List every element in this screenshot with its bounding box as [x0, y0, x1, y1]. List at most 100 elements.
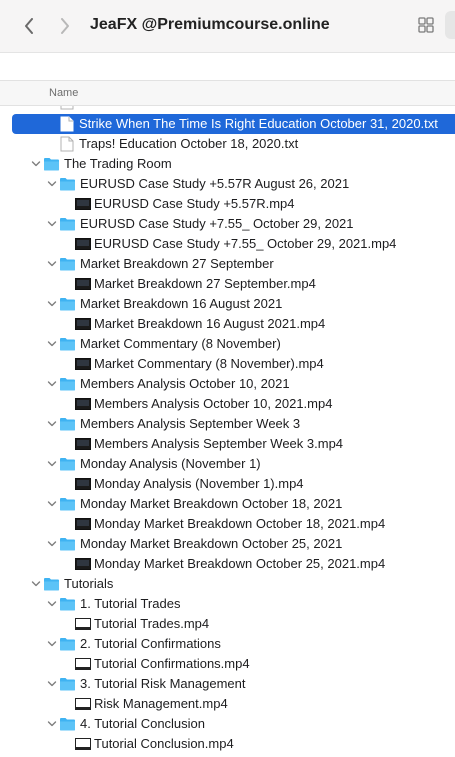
forward-button[interactable]	[56, 14, 74, 38]
disclosure-chevron-icon[interactable]	[47, 179, 57, 189]
item-name: Monday Market Breakdown October 25, 2021	[80, 536, 343, 551]
folder-icon	[59, 677, 76, 691]
file-row-tutorial-conclusion-mp4[interactable]: Tutorial Conclusion.mp4	[0, 734, 455, 754]
folder-icon	[59, 457, 76, 471]
video-file-icon	[75, 438, 91, 450]
item-name: Market Breakdown 16 August 2021.mp4	[94, 316, 326, 331]
disclosure-chevron-icon[interactable]	[47, 459, 57, 469]
folder-row-4-tutorial-conclusion[interactable]: 4. Tutorial Conclusion	[0, 714, 455, 734]
disclosure-chevron-icon[interactable]	[47, 679, 57, 689]
item-name: Tutorial Confirmations.mp4	[94, 656, 250, 671]
item-name: 2. Tutorial Confirmations	[80, 636, 221, 651]
folder-row-market-commentary-8-november[interactable]: Market Commentary (8 November)	[0, 334, 455, 354]
text-file-icon	[60, 116, 74, 132]
file-row-monday-market-breakdown-october-25-2021-[interactable]: Monday Market Breakdown October 25, 2021…	[0, 554, 455, 574]
item-name: Market Breakdown 27 September	[80, 256, 274, 271]
item-name: Monday Analysis (November 1)	[80, 456, 261, 471]
file-row-risk-management-mp4[interactable]: Risk Management.mp4	[0, 694, 455, 714]
file-row-members-analysis-september-week-3-mp4[interactable]: Members Analysis September Week 3.mp4	[0, 434, 455, 454]
folder-icon	[59, 417, 76, 431]
item-name: Tutorial Trades.mp4	[94, 616, 210, 631]
disclosure-chevron-icon[interactable]	[47, 219, 57, 229]
toolbar-spacer	[0, 53, 455, 80]
video-file-icon	[75, 358, 91, 370]
folder-icon	[59, 717, 76, 731]
folder-row-monday-market-breakdown-october-25-2021[interactable]: Monday Market Breakdown October 25, 2021	[0, 534, 455, 554]
file-row-strike-when-the-time-is-right-education-[interactable]: Strike When The Time Is Right Education …	[0, 114, 455, 134]
video-file-icon	[75, 398, 91, 410]
chevron-left-icon	[25, 18, 33, 34]
item-name: Members Analysis October 10, 2021.mp4	[94, 396, 333, 411]
folder-row-eurusd-case-study-5-57r-august-26-2021[interactable]: EURUSD Case Study +5.57R August 26, 2021	[0, 174, 455, 194]
file-row-tutorial-confirmations-mp4[interactable]: Tutorial Confirmations.mp4	[0, 654, 455, 674]
folder-row-members-analysis-october-10-2021[interactable]: Members Analysis October 10, 2021	[0, 374, 455, 394]
item-name: Monday Analysis (November 1).mp4	[94, 476, 304, 491]
chevron-right-icon	[61, 18, 69, 34]
video-file-icon	[75, 738, 91, 750]
folder-icon	[59, 177, 76, 191]
folder-row-the-trading-room[interactable]: The Trading Room	[0, 154, 455, 174]
disclosure-chevron-icon[interactable]	[47, 299, 57, 309]
text-file-icon	[60, 106, 74, 110]
video-file-icon	[75, 238, 91, 250]
disclosure-chevron-icon[interactable]	[47, 259, 57, 269]
item-name: Monday Market Breakdown October 18, 2021	[80, 496, 343, 511]
video-file-icon	[75, 318, 91, 330]
back-button[interactable]	[20, 14, 38, 38]
folder-row-market-breakdown-16-august-2021[interactable]: Market Breakdown 16 August 2021	[0, 294, 455, 314]
file-row-traps-education-october-18-2020-txt[interactable]: Traps! Education October 18, 2020.txt	[0, 134, 455, 154]
file-list[interactable]: Strike When The Time Is Right Education …	[0, 106, 455, 757]
video-file-icon	[75, 698, 91, 710]
folder-row-3-tutorial-risk-management[interactable]: 3. Tutorial Risk Management	[0, 674, 455, 694]
item-name: EURUSD Case Study +5.57R August 26, 2021	[80, 176, 350, 191]
file-row-tutorial-trades-mp4[interactable]: Tutorial Trades.mp4	[0, 614, 455, 634]
folder-icon	[59, 597, 76, 611]
disclosure-chevron-icon[interactable]	[47, 379, 57, 389]
view-group-button[interactable]	[445, 11, 455, 39]
folder-icon	[59, 337, 76, 351]
file-row-members-analysis-october-10-2021-mp4[interactable]: Members Analysis October 10, 2021.mp4	[0, 394, 455, 414]
item-name: Members Analysis October 10, 2021	[80, 376, 290, 391]
video-file-icon	[75, 478, 91, 490]
folder-row-1-tutorial-trades[interactable]: 1. Tutorial Trades	[0, 594, 455, 614]
view-options-button[interactable]	[418, 17, 434, 33]
item-name: 3. Tutorial Risk Management	[80, 676, 246, 691]
file-row-eurusd-case-study-7-55-october-29-2021-m[interactable]: EURUSD Case Study +7.55_ October 29, 202…	[0, 234, 455, 254]
disclosure-chevron-icon[interactable]	[47, 499, 57, 509]
file-row-market-commentary-8-november-mp4[interactable]: Market Commentary (8 November).mp4	[0, 354, 455, 374]
file-row-monday-market-breakdown-october-18-2021-[interactable]: Monday Market Breakdown October 18, 2021…	[0, 514, 455, 534]
file-row-market-breakdown-16-august-2021-mp4[interactable]: Market Breakdown 16 August 2021.mp4	[0, 314, 455, 334]
disclosure-chevron-icon[interactable]	[47, 539, 57, 549]
disclosure-chevron-icon[interactable]	[31, 159, 41, 169]
disclosure-chevron-icon[interactable]	[47, 339, 57, 349]
disclosure-chevron-icon[interactable]	[47, 639, 57, 649]
item-name: The Trading Room	[64, 156, 172, 171]
folder-icon	[59, 257, 76, 271]
folder-row-2-tutorial-confirmations[interactable]: 2. Tutorial Confirmations	[0, 634, 455, 654]
item-name: Market Commentary (8 November)	[80, 336, 281, 351]
folder-row-eurusd-case-study-7-55-october-29-2021[interactable]: EURUSD Case Study +7.55_ October 29, 202…	[0, 214, 455, 234]
file-row-market-breakdown-27-september-mp4[interactable]: Market Breakdown 27 September.mp4	[0, 274, 455, 294]
folder-row-monday-analysis-november-1[interactable]: Monday Analysis (November 1)	[0, 454, 455, 474]
grid-view-icon	[418, 17, 434, 33]
item-name: Market Breakdown 16 August 2021	[80, 296, 283, 311]
folder-row-members-analysis-september-week-3[interactable]: Members Analysis September Week 3	[0, 414, 455, 434]
cut-off-row[interactable]	[0, 106, 455, 110]
file-row-monday-analysis-november-1-mp4[interactable]: Monday Analysis (November 1).mp4	[0, 474, 455, 494]
disclosure-chevron-icon[interactable]	[47, 719, 57, 729]
name-column-header[interactable]: Name	[0, 80, 455, 106]
disclosure-chevron-icon[interactable]	[47, 419, 57, 429]
folder-row-tutorials[interactable]: Tutorials	[0, 574, 455, 594]
folder-icon	[43, 577, 60, 591]
folder-row-market-breakdown-27-september[interactable]: Market Breakdown 27 September	[0, 254, 455, 274]
folder-icon	[59, 537, 76, 551]
video-file-icon	[75, 198, 91, 210]
file-row-eurusd-case-study-5-57r-mp4[interactable]: EURUSD Case Study +5.57R.mp4	[0, 194, 455, 214]
disclosure-chevron-icon[interactable]	[47, 599, 57, 609]
item-name: EURUSD Case Study +5.57R.mp4	[94, 196, 295, 211]
item-name: Members Analysis September Week 3	[80, 416, 301, 431]
name-column-label: Name	[49, 87, 79, 99]
folder-icon	[43, 157, 60, 171]
folder-row-monday-market-breakdown-october-18-2021[interactable]: Monday Market Breakdown October 18, 2021	[0, 494, 455, 514]
disclosure-chevron-icon[interactable]	[31, 579, 41, 589]
